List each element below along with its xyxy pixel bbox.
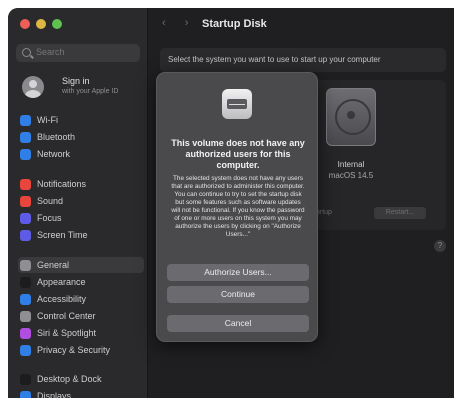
sidebar-item-label: Screen Time <box>37 230 88 240</box>
sidebar-item-label: General <box>37 260 70 270</box>
nav-arrows[interactable]: ‹ › <box>162 17 196 29</box>
signin-subtitle: with your Apple ID <box>62 88 119 95</box>
sidebar-item-appearance[interactable]: Appearance <box>18 274 144 290</box>
continue-button[interactable]: Continue <box>167 286 309 303</box>
sidebar-item-control-center[interactable]: Control Center <box>18 308 144 324</box>
sidebar-item-network[interactable]: Network <box>18 146 144 162</box>
display-icon <box>20 390 31 398</box>
window-controls <box>20 19 62 29</box>
minimize-window-button[interactable] <box>36 19 46 29</box>
sidebar-item-label: Notifications <box>37 179 87 189</box>
sidebar-item-label: Displays <box>37 391 72 398</box>
sidebar-item-desktop-dock[interactable]: Desktop & Dock <box>18 371 144 387</box>
authorize-users-button[interactable]: Authorize Users... <box>167 264 309 281</box>
bell-icon <box>20 178 31 190</box>
sidebar-item-bluetooth[interactable]: Bluetooth <box>18 129 144 145</box>
sidebar-item-label: Network <box>37 149 71 159</box>
hourglass-icon <box>20 229 31 241</box>
avatar <box>22 76 44 98</box>
sidebar-item-sound[interactable]: Sound <box>18 193 144 209</box>
external-disk-icon <box>222 89 252 119</box>
apple-id-signin[interactable]: Sign in with your Apple ID <box>18 74 142 108</box>
sidebar-item-label: Focus <box>37 213 62 223</box>
speaker-icon <box>20 195 31 207</box>
sidebar-item-notifications[interactable]: Notifications <box>18 176 144 192</box>
moon-icon <box>20 212 31 224</box>
dialog-message: The selected system does not have any us… <box>171 175 305 238</box>
sidebar-item-general[interactable]: General <box>18 257 144 273</box>
wifi-icon <box>20 114 31 126</box>
close-window-button[interactable] <box>20 19 30 29</box>
subtitle-banner: Select the system you want to use to sta… <box>160 48 446 72</box>
gear-icon <box>20 259 31 271</box>
accessibility-icon <box>20 293 31 305</box>
hand-icon <box>20 344 31 356</box>
search-placeholder: Search <box>36 47 65 57</box>
search-field[interactable]: Search <box>16 44 140 62</box>
sidebar-item-label: Wi-Fi <box>37 115 58 125</box>
startup-label-partial: artup <box>316 209 332 216</box>
appearance-icon <box>20 276 31 288</box>
sidebar-item-accessibility[interactable]: Accessibility <box>18 291 144 307</box>
authorize-users-dialog: This volume does not have any authorized… <box>156 72 318 342</box>
sidebar-item-label: Bluetooth <box>37 132 76 142</box>
bluetooth-icon <box>20 131 31 143</box>
sidebar-item-focus[interactable]: Focus <box>18 210 144 226</box>
dialog-title: This volume does not have any authorized… <box>171 138 305 170</box>
dock-icon <box>20 373 31 385</box>
subtitle-text: Select the system you want to use to sta… <box>168 55 381 64</box>
sidebar-item-displays[interactable]: Displays <box>18 388 144 398</box>
sidebar-item-label: Appearance <box>37 277 86 287</box>
globe-icon <box>20 148 31 160</box>
sidebar-item-label: Desktop & Dock <box>37 374 102 384</box>
signin-title: Sign in <box>62 76 90 86</box>
page-title: Startup Disk <box>202 18 267 30</box>
sidebar-item-label: Accessibility <box>37 294 87 304</box>
sidebar-item-wi-fi[interactable]: Wi-Fi <box>18 112 144 128</box>
help-button[interactable]: ? <box>434 240 446 252</box>
sidebar-item-label: Siri & Spotlight <box>37 328 97 338</box>
siri-icon <box>20 327 31 339</box>
internal-disk-icon[interactable] <box>326 88 376 146</box>
restart-button[interactable]: Restart... <box>374 207 426 219</box>
disk-os-version: macOS 14.5 <box>328 171 374 180</box>
sidebar-item-privacy-security[interactable]: Privacy & Security <box>18 342 144 358</box>
search-icon <box>22 48 31 57</box>
sidebar-item-siri-spotlight[interactable]: Siri & Spotlight <box>18 325 144 341</box>
zoom-window-button[interactable] <box>52 19 62 29</box>
cancel-button[interactable]: Cancel <box>167 315 309 332</box>
sidebar-item-label: Privacy & Security <box>37 345 111 355</box>
sidebar-item-label: Sound <box>37 196 64 206</box>
sidebar-item-label: Control Center <box>37 311 96 321</box>
sidebar-item-screen-time[interactable]: Screen Time <box>18 227 144 243</box>
control-center-icon <box>20 310 31 322</box>
disk-name: Internal <box>337 160 365 169</box>
sidebar: Search Sign in with your Apple ID Wi-Fi B… <box>8 8 148 398</box>
